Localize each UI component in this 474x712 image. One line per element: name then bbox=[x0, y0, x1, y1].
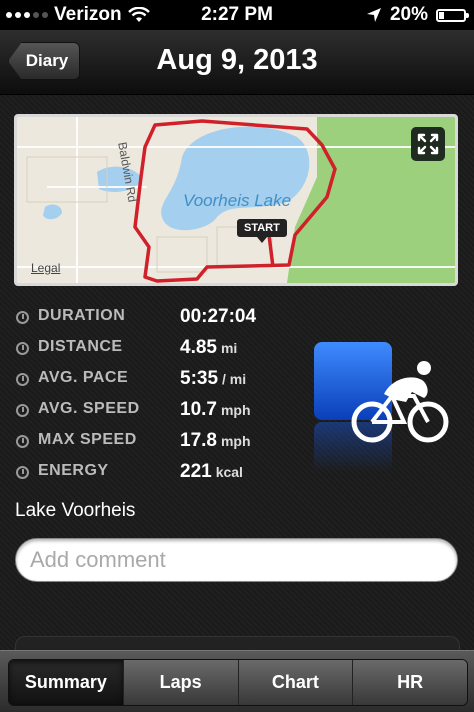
stat-value: 5:35/ mi bbox=[180, 368, 247, 389]
stat-label: AVG. PACE bbox=[38, 369, 129, 386]
route-map[interactable]: Baldwin Rd Voorheis Lake START Legal bbox=[14, 114, 458, 286]
status-bar: Verizon 2:27 PM 20% bbox=[0, 0, 474, 30]
page-title: Aug 9, 2013 bbox=[156, 44, 318, 76]
speed-icon bbox=[16, 404, 29, 417]
tab-laps[interactable]: Laps bbox=[123, 660, 239, 705]
stat-row-duration: DURATION 00:27:04 bbox=[16, 306, 286, 337]
tab-summary[interactable]: Summary bbox=[9, 660, 124, 705]
stat-label: MAX SPEED bbox=[38, 431, 137, 448]
clock-icon bbox=[16, 311, 29, 324]
navigation-bar: Diary Aug 9, 2013 bbox=[0, 30, 474, 95]
stat-value: 10.7 mph bbox=[180, 399, 251, 420]
stat-value: 17.8 mph bbox=[180, 430, 251, 451]
tab-hr[interactable]: HR bbox=[353, 660, 467, 705]
stat-label: DISTANCE bbox=[38, 338, 123, 355]
stat-row-max-speed: MAX SPEED 17.8 mph bbox=[16, 430, 286, 461]
stat-row-energy: ENERGY 221 kcal bbox=[16, 461, 286, 492]
stat-row-distance: DISTANCE 4.85 mi bbox=[16, 337, 286, 368]
distance-icon bbox=[16, 342, 29, 355]
stat-value: 4.85 mi bbox=[180, 337, 238, 358]
stat-row-avg-speed: AVG. SPEED 10.7 mph bbox=[16, 399, 286, 430]
segmented-control: Summary Laps Chart HR bbox=[8, 659, 468, 706]
legal-link[interactable]: Legal bbox=[31, 261, 60, 275]
battery-percent: 20% bbox=[389, 4, 428, 25]
tab-bar: Summary Laps Chart HR bbox=[0, 650, 474, 712]
expand-map-button[interactable] bbox=[411, 127, 445, 161]
stat-value: 00:27:04 bbox=[180, 306, 257, 327]
stat-row-avg-pace: AVG. PACE 5:35/ mi bbox=[16, 368, 286, 399]
battery-icon bbox=[436, 8, 469, 22]
stat-label: ENERGY bbox=[38, 462, 109, 479]
stat-value: 221 kcal bbox=[180, 461, 243, 482]
pace-icon bbox=[16, 373, 29, 386]
stat-label: AVG. SPEED bbox=[38, 400, 140, 417]
workout-stats: DURATION 00:27:04 DISTANCE 4.85 mi AVG. P… bbox=[16, 306, 286, 492]
tab-chart[interactable]: Chart bbox=[238, 660, 354, 705]
comment-input[interactable] bbox=[15, 538, 458, 582]
cycling-icon[interactable] bbox=[312, 340, 452, 480]
stat-label: DURATION bbox=[38, 307, 126, 324]
max-speed-icon bbox=[16, 435, 29, 448]
start-marker[interactable]: START bbox=[237, 219, 287, 243]
location-arrow-icon bbox=[366, 8, 381, 22]
expand-icon bbox=[417, 133, 439, 155]
lake-label: Voorheis Lake bbox=[183, 191, 292, 210]
energy-icon bbox=[16, 466, 29, 479]
location-name: Lake Voorheis bbox=[15, 500, 136, 521]
